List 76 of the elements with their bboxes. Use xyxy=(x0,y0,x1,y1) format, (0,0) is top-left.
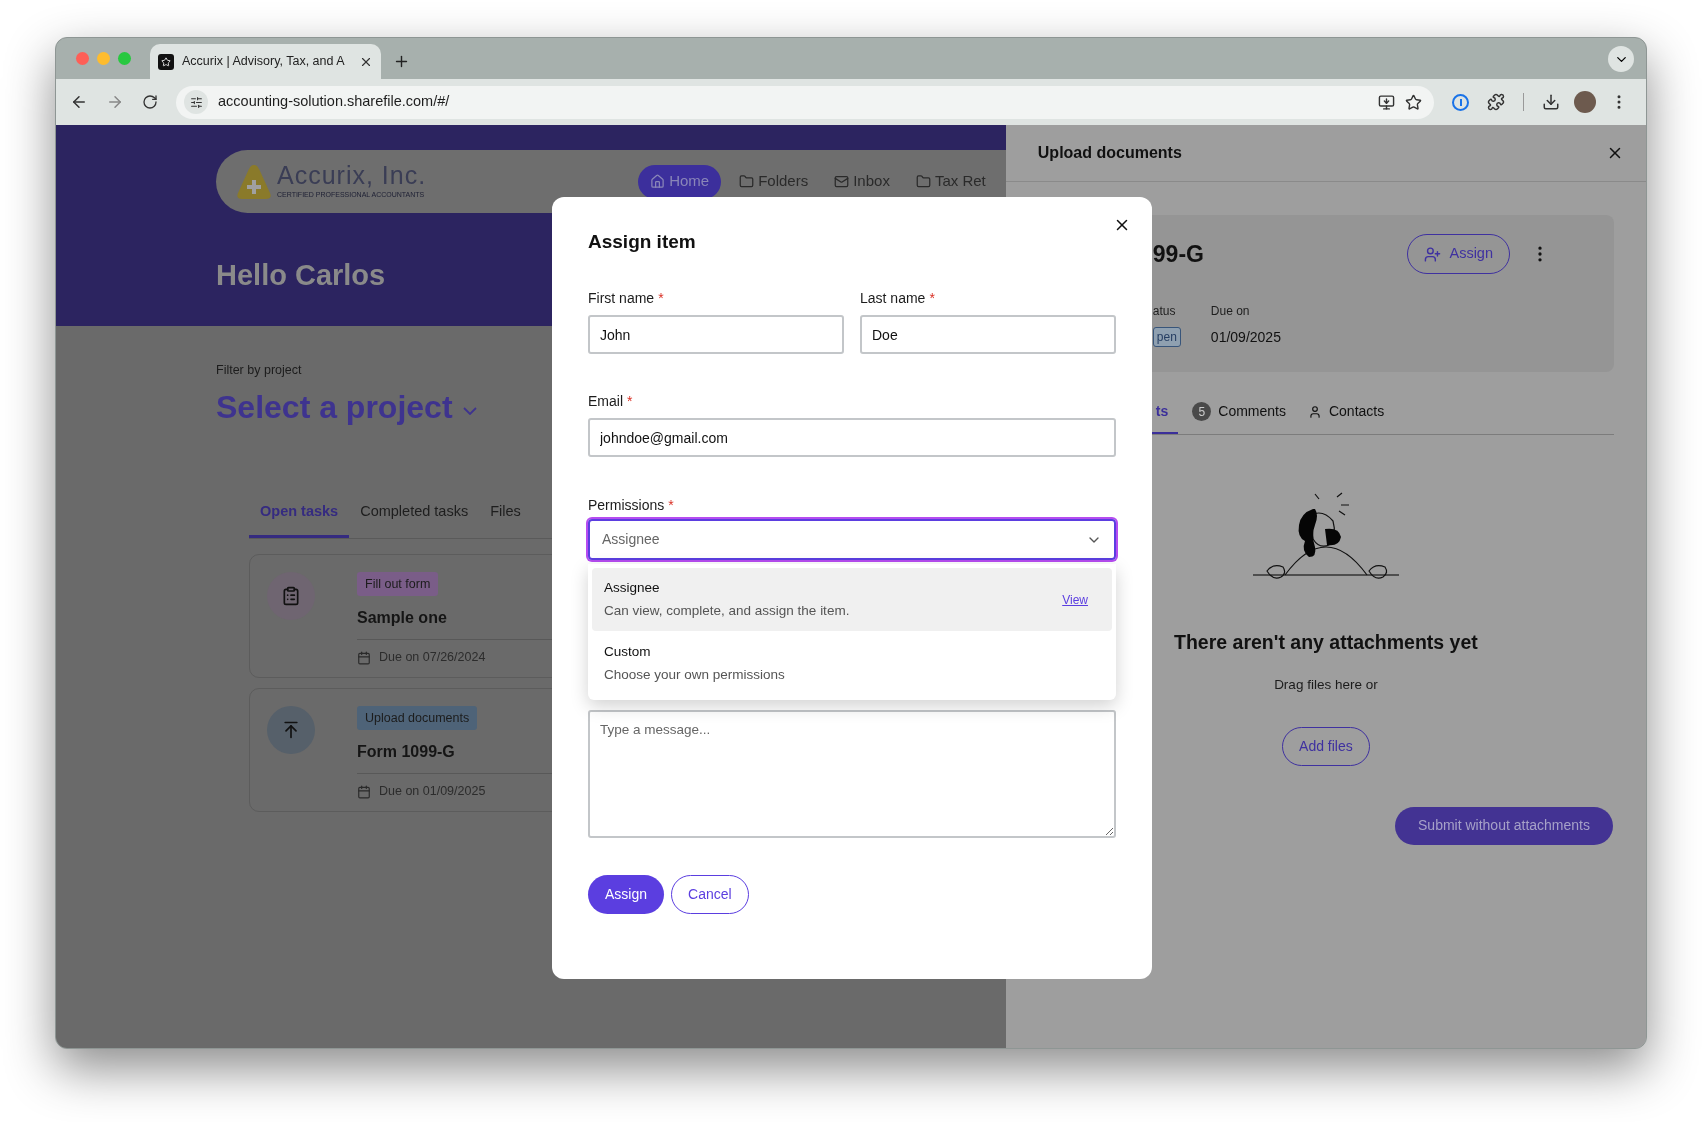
download-icon[interactable] xyxy=(1542,93,1560,111)
nav-link[interactable]: Folders xyxy=(731,164,817,199)
field-label: Permissions * xyxy=(588,496,674,515)
due-label: Due on xyxy=(1210,303,1251,320)
task-tab[interactable]: Completed tasks xyxy=(349,500,480,538)
calendar-icon xyxy=(357,650,371,665)
calendar-icon xyxy=(357,784,371,799)
task-type-badge: Fill out form xyxy=(357,571,439,597)
new-tab-icon[interactable] xyxy=(393,53,410,70)
status-label: atus xyxy=(1152,303,1177,320)
text-input[interactable]: John xyxy=(588,315,844,354)
required-asterisk: * xyxy=(929,290,935,306)
nav-link[interactable]: Inbox xyxy=(826,164,898,199)
required-asterisk: * xyxy=(658,290,664,306)
task-title: Form 1099-G xyxy=(357,742,455,763)
due-date: Due on 07/26/2024 xyxy=(379,649,486,667)
panel-tab[interactable]: Contacts xyxy=(1307,401,1385,434)
ring-icon[interactable] xyxy=(1452,93,1469,111)
home-icon xyxy=(650,174,666,189)
due-value: 01/09/2025 xyxy=(1210,328,1281,347)
count-badge: 5 xyxy=(1192,402,1212,421)
task-tab[interactable]: Files xyxy=(479,500,532,538)
reload-icon[interactable] xyxy=(142,94,158,110)
permission-option[interactable]: Assignee Can view, complete, and assign the item. View xyxy=(592,568,1112,631)
empty-state-heading: There aren't any attachments yet xyxy=(1174,630,1478,655)
field-label: Email * xyxy=(588,392,633,411)
folder-icon xyxy=(915,174,931,189)
panel-title: Upload documents xyxy=(1037,143,1182,163)
text-input[interactable]: Doe xyxy=(860,315,1116,354)
nav-link[interactable]: Home xyxy=(638,164,722,199)
forward-icon[interactable] xyxy=(106,93,124,111)
extensions-icon[interactable] xyxy=(1487,93,1505,111)
install-app-icon[interactable] xyxy=(1378,93,1395,111)
task-type-badge: Upload documents xyxy=(357,705,478,731)
browser-tab[interactable]: Accurix | Advisory, Tax, and A xyxy=(150,44,381,79)
required-asterisk: * xyxy=(668,497,674,513)
due-date: Due on 01/09/2025 xyxy=(379,783,486,801)
site-settings-icon[interactable] xyxy=(184,90,208,114)
submit-button[interactable]: Submit without attachments xyxy=(1395,806,1613,845)
task-title: Sample one xyxy=(357,608,447,629)
tab-title: Accurix | Advisory, Tax, and A xyxy=(182,53,346,71)
status-badge: pen xyxy=(1152,327,1181,347)
item-title: 99-G xyxy=(1152,239,1204,269)
field-label: Last name * xyxy=(860,289,935,308)
filter-label: Filter by project xyxy=(216,362,303,379)
empty-state-text: Drag files here or xyxy=(1274,676,1378,695)
view-link[interactable]: View xyxy=(1062,590,1088,609)
mail-icon xyxy=(834,174,850,189)
url-text: accounting-solution.sharefile.com/#/ xyxy=(218,92,451,112)
task-tab[interactable]: Open tasks xyxy=(249,500,350,538)
folder-icon xyxy=(739,174,755,189)
assign-submit-button[interactable]: Assign xyxy=(588,875,665,914)
permissions-select[interactable]: Assignee xyxy=(588,519,1116,560)
option-name: Custom xyxy=(604,642,652,661)
select-placeholder: Assignee xyxy=(602,530,660,549)
option-description: Can view, complete, and assign the item. xyxy=(604,602,850,620)
upload-icon xyxy=(267,705,315,754)
required-asterisk: * xyxy=(627,393,633,409)
message-field[interactable]: Type a message... xyxy=(588,710,1116,838)
logo-icon xyxy=(236,162,272,201)
text-input[interactable]: johndoe@gmail.com xyxy=(588,418,1116,457)
greeting-heading: Hello Carlos xyxy=(216,258,386,293)
avatar-icon[interactable] xyxy=(1574,91,1596,113)
back-icon[interactable] xyxy=(70,93,88,111)
address-bar[interactable]: accounting-solution.sharefile.com/#/ xyxy=(176,85,1434,119)
tab-search-button[interactable] xyxy=(1608,46,1634,72)
field-label: First name * xyxy=(588,289,664,308)
chevron-down-icon xyxy=(462,406,477,415)
site-favicon-icon xyxy=(158,53,174,70)
nav-link[interactable]: Tax Ret xyxy=(907,164,994,199)
bookmark-star-icon[interactable] xyxy=(1405,93,1422,111)
dialog-title: Assign item xyxy=(588,230,697,254)
option-name: Assignee xyxy=(604,578,661,597)
panel-tab[interactable]: 5 Comments xyxy=(1192,401,1286,434)
person-icon xyxy=(1307,404,1322,419)
add-user-icon xyxy=(1424,245,1442,263)
